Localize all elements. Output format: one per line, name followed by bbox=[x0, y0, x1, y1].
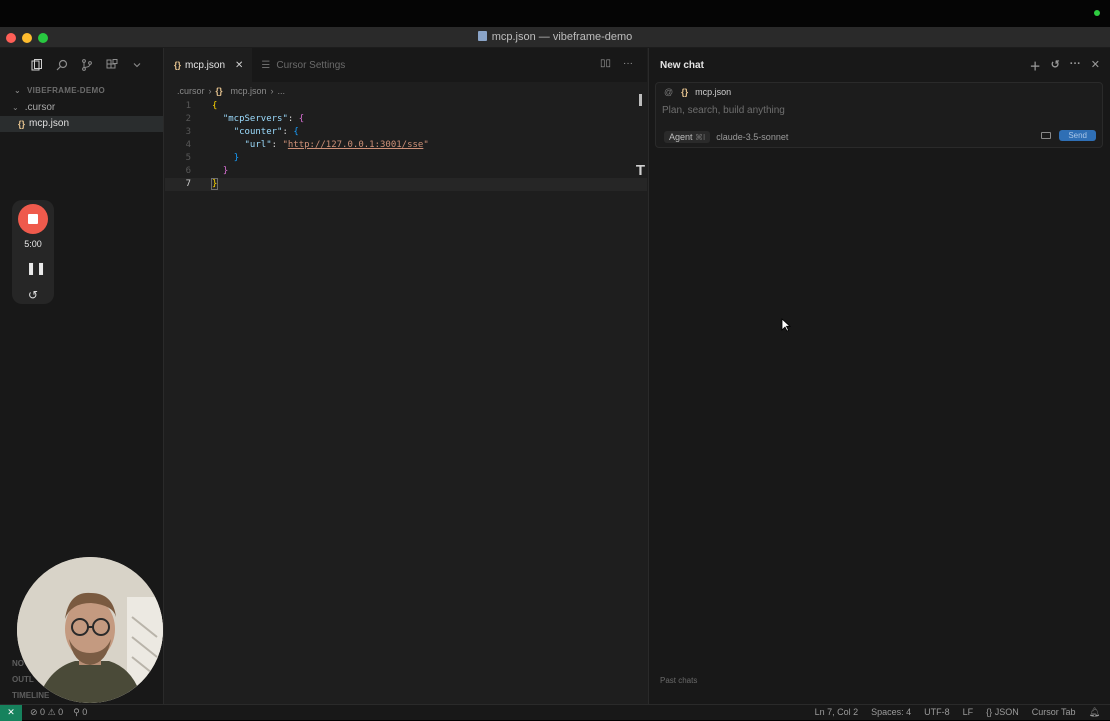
code-line-current: 7} bbox=[165, 178, 647, 191]
recording-timer: 5:00 bbox=[24, 239, 42, 249]
breadcrumb-file[interactable]: mcp.json bbox=[231, 82, 267, 100]
send-controls: Send bbox=[1041, 130, 1096, 141]
past-chats-link[interactable]: Past chats bbox=[660, 676, 697, 685]
chat-options: Agent ⌘I claude-3.5-sonnet bbox=[664, 131, 788, 143]
file-icon bbox=[477, 31, 487, 41]
code-line: 6 } bbox=[185, 166, 229, 176]
code-line: 1{ bbox=[185, 101, 218, 111]
more-actions-icon[interactable]: ··· bbox=[1070, 58, 1081, 74]
json-file-icon: {} bbox=[681, 87, 689, 97]
code-line: 2 "mcpServers": { bbox=[185, 114, 305, 124]
status-indicator-dot bbox=[1094, 10, 1100, 16]
chat-title: New chat bbox=[660, 59, 704, 71]
split-editor-icon[interactable]: ▯▯ bbox=[600, 58, 611, 69]
notifications-icon[interactable]: 🔔︎ bbox=[1089, 707, 1100, 718]
chevron-right-icon: › bbox=[270, 86, 274, 96]
search-icon[interactable] bbox=[55, 58, 69, 72]
pause-icon[interactable]: ❚❚ bbox=[26, 261, 46, 275]
chevron-down-icon: ⌄ bbox=[14, 86, 22, 95]
json-file-icon: {} bbox=[986, 707, 993, 717]
explorer-icon[interactable] bbox=[30, 58, 44, 72]
problems-indicator[interactable]: ⊘ 0 ⚠ 0 bbox=[30, 707, 63, 718]
status-bar: ✕ ⊘ 0 ⚠ 0 ⚲ 0 Ln 7, Col 2 Spaces: 4 UTF-… bbox=[0, 704, 1110, 721]
image-icon[interactable] bbox=[1041, 132, 1052, 139]
mention-icon[interactable]: @ bbox=[664, 87, 673, 97]
mode-selector[interactable]: Agent ⌘I bbox=[664, 131, 711, 143]
tab-cursor-settings[interactable]: ☰ Cursor Settings bbox=[252, 48, 354, 82]
stop-recording-button[interactable] bbox=[18, 204, 48, 234]
editor-tab-bar: {} mcp.json ✕ ☰ Cursor Settings ▯▯ ··· bbox=[165, 48, 647, 82]
json-file-icon: {} bbox=[18, 119, 26, 129]
remote-icon[interactable]: ✕ bbox=[0, 704, 22, 721]
code-line: 4 "url": "http://127.0.0.1:3001/sse" bbox=[185, 140, 429, 150]
encoding[interactable]: UTF-8 bbox=[924, 707, 950, 718]
webcam-person-image bbox=[17, 557, 163, 703]
end-of-line[interactable]: LF bbox=[963, 707, 974, 718]
system-menubar bbox=[0, 0, 1110, 27]
history-icon[interactable]: ↺ bbox=[1051, 58, 1060, 74]
json-file-icon: {} bbox=[215, 86, 223, 96]
new-chat-icon[interactable]: ＋ bbox=[1030, 58, 1041, 74]
status-right: Ln 7, Col 2 Spaces: 4 UTF-8 LF {} JSON C… bbox=[815, 707, 1110, 718]
screen-recorder-widget: 5:00 ❚❚ ↺ bbox=[12, 200, 54, 304]
activity-bar bbox=[0, 48, 163, 82]
workspace-section-title[interactable]: ⌄ VIBEFRAME-DEMO bbox=[0, 82, 163, 100]
indentation[interactable]: Spaces: 4 bbox=[871, 707, 911, 718]
context-row: @ {} mcp.json bbox=[664, 87, 731, 97]
window-titlebar: mcp.json — vibeframe-demo bbox=[0, 27, 1110, 48]
app-window: ⌄ VIBEFRAME-DEMO ⌄ .cursor {} mcp.json NO O… bbox=[0, 48, 1110, 704]
code-editor: {} mcp.json ✕ ☰ Cursor Settings ▯▯ ··· .… bbox=[165, 48, 647, 704]
cursor-position[interactable]: Ln 7, Col 2 bbox=[815, 707, 859, 718]
close-icon[interactable]: ✕ bbox=[1091, 58, 1100, 74]
url-link[interactable]: http://127.0.0.1:3001/sse bbox=[288, 140, 423, 150]
chevron-right-icon: › bbox=[208, 86, 212, 96]
chat-input[interactable]: Plan, search, build anything bbox=[662, 105, 785, 116]
chat-header: New chat ＋ ↺ ··· ✕ bbox=[649, 48, 1110, 82]
text-cursor-icon: T bbox=[635, 162, 645, 179]
language-mode[interactable]: {} JSON bbox=[986, 707, 1019, 718]
cursor-tab-status[interactable]: Cursor Tab bbox=[1032, 707, 1076, 718]
chat-composer: @ {} mcp.json Plan, search, build anythi… bbox=[655, 82, 1103, 148]
json-file-icon: {} bbox=[174, 60, 182, 70]
webcam-overlay bbox=[17, 557, 163, 703]
chevron-down-icon[interactable] bbox=[130, 58, 144, 72]
extensions-icon[interactable] bbox=[105, 58, 119, 72]
scrollbar-thumb[interactable] bbox=[639, 94, 642, 106]
window-title: mcp.json — vibeframe-demo bbox=[0, 31, 1110, 43]
code-area[interactable]: 1{ 2 "mcpServers": { 3 "counter": { 4 "u… bbox=[165, 100, 647, 191]
chevron-down-icon: ⌄ bbox=[12, 103, 19, 112]
mouse-pointer-icon bbox=[781, 318, 792, 335]
tree-file-mcp-json[interactable]: {} mcp.json bbox=[0, 116, 163, 132]
close-icon[interactable]: ✕ bbox=[235, 60, 243, 71]
ports-indicator[interactable]: ⚲ 0 bbox=[73, 707, 87, 718]
more-actions-icon[interactable]: ··· bbox=[623, 58, 633, 69]
settings-icon: ☰ bbox=[261, 59, 271, 71]
breadcrumb-symbol[interactable]: ... bbox=[278, 82, 286, 100]
breadcrumb-folder[interactable]: .cursor bbox=[177, 82, 205, 100]
code-line: 3 "counter": { bbox=[185, 127, 299, 137]
editor-actions: ▯▯ ··· bbox=[600, 58, 633, 69]
status-left: ⊘ 0 ⚠ 0 ⚲ 0 bbox=[30, 707, 87, 718]
chat-actions: ＋ ↺ ··· ✕ bbox=[1030, 58, 1100, 74]
model-selector[interactable]: claude-3.5-sonnet bbox=[716, 132, 788, 142]
restart-icon[interactable]: ↺ bbox=[26, 288, 40, 302]
tab-mcp-json[interactable]: {} mcp.json ✕ bbox=[165, 48, 253, 82]
chat-panel: New chat ＋ ↺ ··· ✕ @ {} mcp.json Plan, s… bbox=[648, 48, 1110, 704]
breadcrumb: .cursor › {} mcp.json › ... bbox=[165, 82, 647, 100]
tree-folder-cursor[interactable]: ⌄ .cursor bbox=[0, 100, 163, 116]
source-control-icon[interactable] bbox=[80, 58, 94, 72]
send-button[interactable]: Send bbox=[1059, 130, 1096, 141]
code-line: 5 } bbox=[185, 153, 240, 163]
context-file-chip[interactable]: {} mcp.json bbox=[681, 87, 731, 97]
